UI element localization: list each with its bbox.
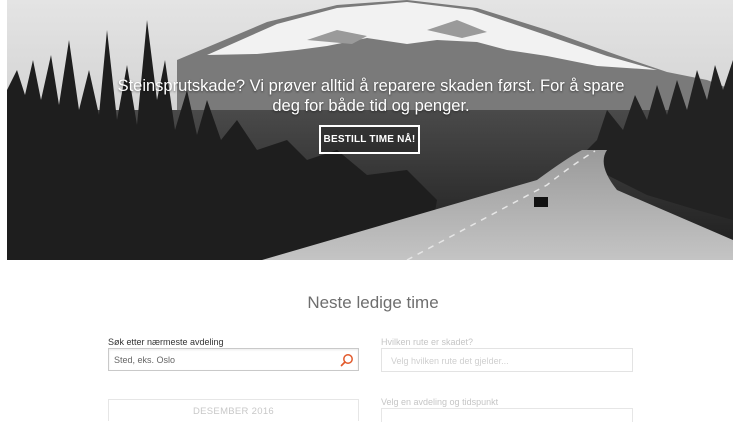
search-input[interactable] bbox=[109, 349, 329, 370]
hero-headline: Steinsprutskade? Vi prøver alltid å repa… bbox=[111, 76, 631, 116]
route-select[interactable]: Velg hvilken rute det gjelder... bbox=[381, 348, 633, 372]
slot-select[interactable] bbox=[381, 408, 633, 422]
calendar-month-header: DESEMBER 2016 bbox=[108, 399, 359, 421]
book-appointment-button[interactable]: BESTILL TIME NÅ! bbox=[319, 125, 420, 154]
search-label: Søk etter nærmeste avdeling bbox=[108, 337, 224, 347]
hero-banner: Steinsprutskade? Vi prøver alltid å repa… bbox=[7, 0, 733, 260]
search-field[interactable] bbox=[108, 348, 359, 371]
search-icon[interactable] bbox=[340, 353, 354, 367]
section-title: Neste ledige time bbox=[307, 293, 439, 312]
slot-label: Velg en avdeling og tidspunkt bbox=[381, 397, 499, 407]
route-label: Hvilken rute er skadet? bbox=[381, 337, 474, 347]
hero-headline-line-2: deg for både tid og penger. bbox=[272, 97, 470, 115]
hero-headline-line-1: Steinsprutskade? Vi prøver alltid å repa… bbox=[117, 77, 625, 95]
